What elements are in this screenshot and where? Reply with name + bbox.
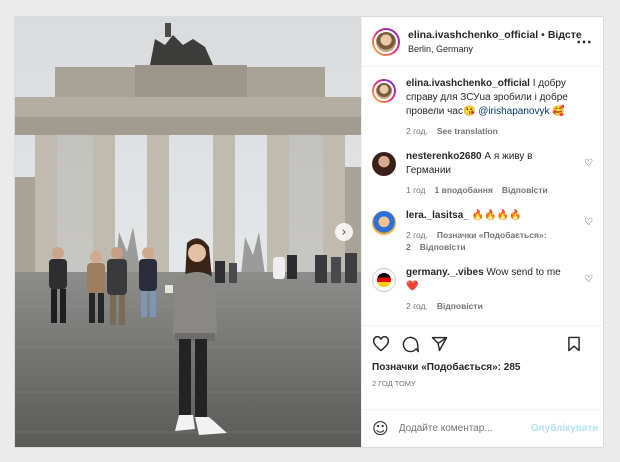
heart-outline-icon[interactable]: ♡	[584, 274, 593, 312]
post-photo[interactable]: ›	[15, 17, 361, 447]
separator-dot: •	[541, 29, 545, 41]
like-heart-icon[interactable]	[372, 336, 390, 352]
heart-outline-icon[interactable]: ♡	[584, 158, 593, 196]
carousel-next-button[interactable]: ›	[335, 223, 353, 241]
brandenburg-gate-photo	[15, 17, 361, 447]
comment-bubble-icon[interactable]	[402, 336, 419, 353]
heart-outline-icon[interactable]: ♡	[584, 217, 593, 253]
comment-likes[interactable]: 1 вподобання	[435, 185, 493, 195]
caption: elina.ivashchenko_official I добру справ…	[372, 77, 593, 137]
caption-author[interactable]: elina.ivashchenko_official	[406, 78, 530, 89]
caption-author-avatar[interactable]	[372, 79, 396, 103]
add-comment-bar: ☺ Опублікувати	[362, 409, 603, 447]
post-comment-button[interactable]: Опублікувати	[531, 423, 599, 434]
reply-button[interactable]: Відповісти	[502, 185, 548, 195]
comment-text: Wow send to me	[483, 267, 561, 278]
share-paper-plane-icon[interactable]	[431, 336, 448, 352]
commenter-avatar[interactable]	[372, 268, 396, 292]
caption-time[interactable]: 2 год.	[406, 126, 428, 136]
commenter-avatar[interactable]	[372, 211, 396, 235]
post-time[interactable]: 2 год тому	[372, 379, 593, 388]
post-actions: Позначки «Подобається»: 285 2 год тому	[362, 325, 603, 409]
comment-author[interactable]: nesterenko2680	[406, 151, 482, 162]
caption-emoji: 😘	[462, 106, 476, 117]
red-heart-emoji: ❤️	[406, 281, 419, 292]
comment-time[interactable]: 2 год.	[406, 301, 428, 311]
see-translation-link[interactable]: See translation	[437, 126, 498, 136]
likes-count[interactable]: Позначки «Подобається»: 285	[372, 362, 593, 373]
emoji-icon[interactable]: ☺	[372, 419, 389, 438]
more-dots-icon[interactable]: ⋯	[570, 32, 593, 52]
germany-flag-icon	[377, 273, 391, 287]
comment-item: lera._lasitsa_ 🔥🔥🔥🔥 2 год. Позначки «Подо…	[372, 209, 593, 253]
comment-author[interactable]: germany._.vibes	[406, 267, 484, 278]
comment-text: 🔥🔥🔥🔥	[468, 210, 522, 221]
comment-item: germany._.vibes Wow send to me ❤️ 2 год. В…	[372, 266, 593, 312]
comment-time[interactable]: 2 год.	[406, 230, 428, 240]
save-bookmark-icon[interactable]	[567, 336, 581, 352]
author-username[interactable]: elina.ivashchenko_official	[408, 29, 538, 41]
author-avatar[interactable]	[372, 27, 400, 56]
post-location[interactable]: Berlin, Germany	[408, 44, 570, 54]
comments-list: elina.ivashchenko_official I добру справ…	[362, 67, 603, 325]
post-header: elina.ivashchenko_official • Відсте Berlin…	[362, 17, 603, 67]
post-sidebar: elina.ivashchenko_official • Відсте Berlin…	[361, 17, 603, 447]
reply-button[interactable]: Відповісти	[420, 242, 466, 252]
comment-item: nesterenko2680 А я живу в Германии 1 год…	[372, 150, 593, 196]
reply-button[interactable]: Відповісти	[437, 301, 483, 311]
caption-emoji-2: 🥰	[552, 106, 565, 117]
commenter-avatar[interactable]	[372, 152, 396, 176]
comment-author[interactable]: lera._lasitsa_	[406, 210, 469, 221]
caption-mention[interactable]: @irishapanovyk	[478, 106, 549, 117]
comment-input[interactable]	[398, 423, 531, 434]
comment-time[interactable]: 1 год	[406, 185, 426, 195]
chevron-right-icon: ›	[341, 224, 347, 240]
instagram-post-modal: › elina.ivashchenko_official • Відсте Berl…	[14, 16, 604, 448]
